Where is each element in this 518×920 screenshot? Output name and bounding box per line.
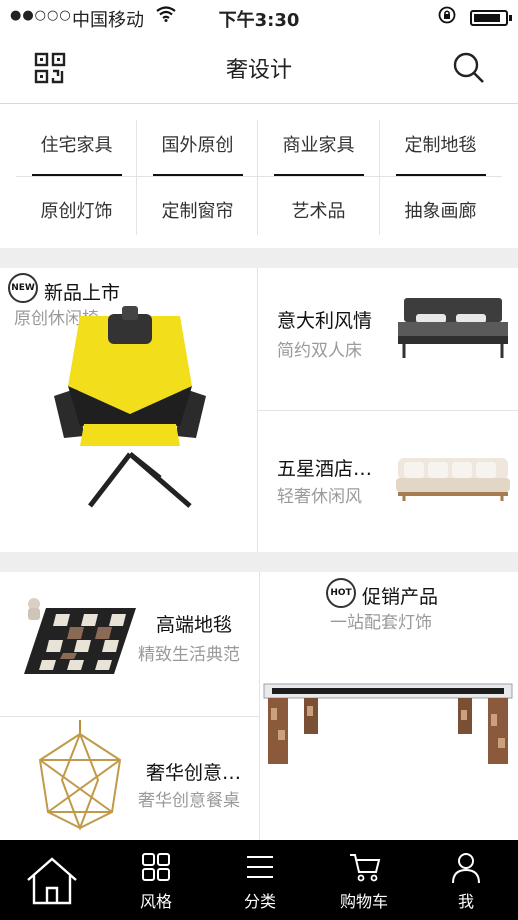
lounge-chair-image[interactable] (50, 306, 210, 516)
grid-icon (142, 853, 170, 881)
tab-style[interactable]: 风格 (104, 840, 208, 920)
list-icon (247, 856, 273, 878)
user-icon (452, 853, 480, 884)
category-custom-carpet[interactable]: 定制地毯 (380, 110, 501, 176)
glass-table-image (263, 683, 513, 764)
category-row-divider (16, 176, 502, 177)
double-bed-image (398, 298, 508, 358)
item-subtitle: 奢华创意餐桌 (138, 791, 240, 811)
new-badge: NEW (8, 273, 38, 303)
battery-icon (470, 10, 512, 26)
tab-label: 风格 (139, 892, 172, 911)
tab-profile[interactable]: 我 (414, 840, 518, 920)
category-abstract-gallery[interactable]: 抽象画廊 (380, 176, 501, 242)
bottom-tab-bar: 风格 分类 购物车 我 (0, 840, 518, 920)
category-custom-curtains[interactable]: 定制窗帘 (137, 176, 258, 242)
new-products-section: NEW 新品上市 原创休闲椅 意大利风情 简约双人床 五星酒店… 轻奢休闲风 (0, 268, 518, 552)
section-spacer (0, 552, 518, 572)
search-icon[interactable] (452, 51, 486, 85)
item-title: 五星酒店… (277, 458, 373, 480)
item-subtitle: 轻奢休闲风 (277, 487, 362, 507)
category-artwork[interactable]: 艺术品 (258, 176, 379, 242)
category-original-lighting[interactable]: 原创灯饰 (16, 176, 137, 242)
section-spacer (0, 248, 518, 268)
tab-label: 购物车 (339, 892, 388, 911)
promo-section: 高端地毯 精致生活典范 奢华创意… 奢华创意餐桌 HOT 促销产品 一站配套灯饰 (0, 572, 518, 840)
home-icon (27, 857, 77, 905)
item-title: 意大利风情 (277, 310, 373, 332)
page-title: 奢设计 (225, 58, 292, 83)
tab-cart[interactable]: 购物车 (312, 840, 416, 920)
item-title: 奢华创意… (146, 762, 242, 784)
section-column-divider (259, 572, 260, 840)
rotation-lock-icon (438, 6, 456, 28)
section-row-divider (0, 716, 259, 717)
status-bar: ●●○○○ 中国移动 下午3:30 (0, 0, 518, 34)
category-column-divider (379, 120, 380, 235)
carpet-image (24, 598, 136, 674)
hot-badge: HOT (326, 578, 356, 608)
item-subtitle: 简约双人床 (277, 341, 362, 361)
sofa-image (396, 458, 510, 501)
category-residential-furniture[interactable]: 住宅家具 (16, 110, 137, 176)
tab-home[interactable] (0, 840, 104, 920)
cart-icon (350, 854, 381, 882)
tab-label: 我 (457, 892, 474, 911)
new-products-title: 新品上市 (44, 282, 121, 304)
category-commercial-furniture[interactable]: 商业家具 (258, 110, 379, 176)
category-column-divider (136, 120, 137, 235)
promo-title: 促销产品 (362, 586, 439, 608)
category-column-divider (257, 120, 258, 235)
top-nav-bar: 奢设计 (0, 34, 518, 104)
item-title: 高端地毯 (156, 614, 233, 636)
promo-subtitle: 一站配套灯饰 (330, 613, 432, 633)
geometric-chandelier-image (38, 720, 122, 831)
tab-categories[interactable]: 分类 (208, 840, 312, 920)
item-subtitle: 精致生活典范 (138, 645, 240, 665)
section-row-divider (258, 410, 518, 411)
category-overseas-original[interactable]: 国外原创 (137, 110, 258, 176)
tab-label: 分类 (243, 892, 276, 911)
